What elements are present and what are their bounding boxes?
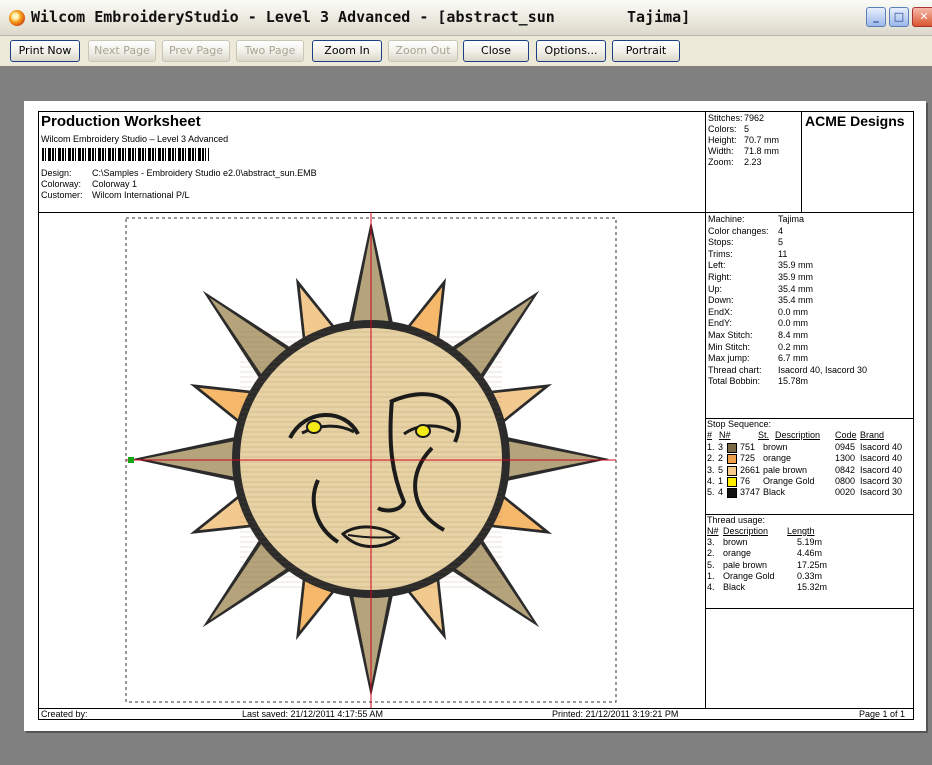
maximize-icon: □ [893,10,905,23]
print-now-button[interactable]: Print Now [10,40,80,62]
embroidery-design-preview [125,212,617,708]
minimize-button[interactable]: _ [866,7,886,27]
close-icon: ✕ [919,10,929,23]
summary-zoom: Zoom: 2.23 [708,157,762,167]
footer-divider [39,708,913,709]
company-name: ACME Designs [805,113,905,129]
worksheet-title: Production Worksheet [41,113,201,130]
summary-colors: Colors: 5 [708,124,750,134]
worksheet-subtitle: Wilcom Embroidery Studio – Level 3 Advan… [41,134,229,144]
sun-ray-fill [501,440,599,478]
machine-info-row: Up: 35.4 mm [708,283,814,294]
printed-date: Printed: 21/12/2011 3:19:21 PM [552,709,679,719]
prev-page-button[interactable]: Prev Page [162,40,230,62]
machine-info-row: EndX: 0.0 mm [708,306,809,317]
preview-toolbar: Print Now Next Page Prev Page Two Page Z… [0,36,932,66]
start-marker [128,457,134,463]
window-title: Wilcom EmbroideryStudio - Level 3 Advanc… [31,8,691,26]
machine-info-row: Trims: 11 [708,248,788,259]
maximize-button[interactable]: □ [889,7,909,27]
summary-stitches: Stitches:7962 [708,113,765,123]
machine-info-row: Machine: Tajima [708,214,805,224]
machine-info-row: EndY: 0.0 mm [708,318,809,329]
customer-value: Wilcom International P/L [92,190,190,200]
machine-info-row: Max jump: 6.7 mm [708,353,809,364]
design-label: Design: [41,168,72,178]
machine-info-row: Down: 35.4 mm [708,295,814,306]
close-button[interactable]: Close [463,40,529,62]
customer-label: Customer: [41,190,83,200]
right-eye [415,424,431,438]
colorway-label: Colorway: [41,179,82,189]
close-window-button[interactable]: ✕ [912,7,932,27]
summary-width: Width: 71.8 mm [708,146,780,156]
created-by: Created by: [41,709,88,719]
next-page-button[interactable]: Next Page [88,40,156,62]
machine-info-row: Right: 35.9 mm [708,272,814,282]
summary-divider [801,112,802,212]
page-number: Page 1 of 1 [859,709,906,719]
colorway-value: Colorway 1 [92,179,138,189]
app-icon [9,10,25,26]
thread-color-swatch [727,465,737,476]
machine-info-row: Min Stitch: 0.2 mm [708,341,809,352]
machine-info-row: Stops: 5 [708,237,784,248]
machine-info-row: Total Bobbin: 15.78m [708,376,809,387]
thread-color-swatch [727,476,737,487]
barcode [42,148,209,161]
zoom-in-button[interactable]: Zoom In [312,40,382,62]
thread-usage-heading: Thread usage: [707,515,766,525]
empty-section-divider [705,608,913,609]
production-worksheet: Production Worksheet Wilcom Embroidery S… [38,111,914,720]
machine-info-row: Max Stitch: 8.4 mm [708,330,809,340]
minimize-icon: _ [873,10,879,23]
thread-color-swatch [727,488,737,499]
machine-info-row: Color changes: 4 [708,225,784,236]
sun-ray-fill [143,440,241,478]
thread-color-swatch [727,454,737,465]
options-button[interactable]: Options... [536,40,606,62]
title-bar[interactable]: Wilcom EmbroideryStudio - Level 3 Advanc… [0,0,932,36]
design-path: C:\Samples - Embroidery Studio e2.0\abst… [92,168,317,178]
portrait-button[interactable]: Portrait [612,40,680,62]
machine-info-row: Left: 35.9 mm [708,260,814,271]
thread-color-swatch [727,443,737,453]
stop-sequence-heading: Stop Sequence: [707,419,772,429]
machine-info-row: Thread chart: Isacord 40, Isacord 30 [708,364,868,375]
zoom-out-button[interactable]: Zoom Out [388,40,458,62]
summary-height: Height: 70.7 mm [708,135,780,145]
two-page-button[interactable]: Two Page [236,40,304,62]
left-eye [306,420,322,434]
last-saved: Last saved: 21/12/2011 4:17:55 AM [242,709,383,719]
main-column-divider [705,112,706,708]
